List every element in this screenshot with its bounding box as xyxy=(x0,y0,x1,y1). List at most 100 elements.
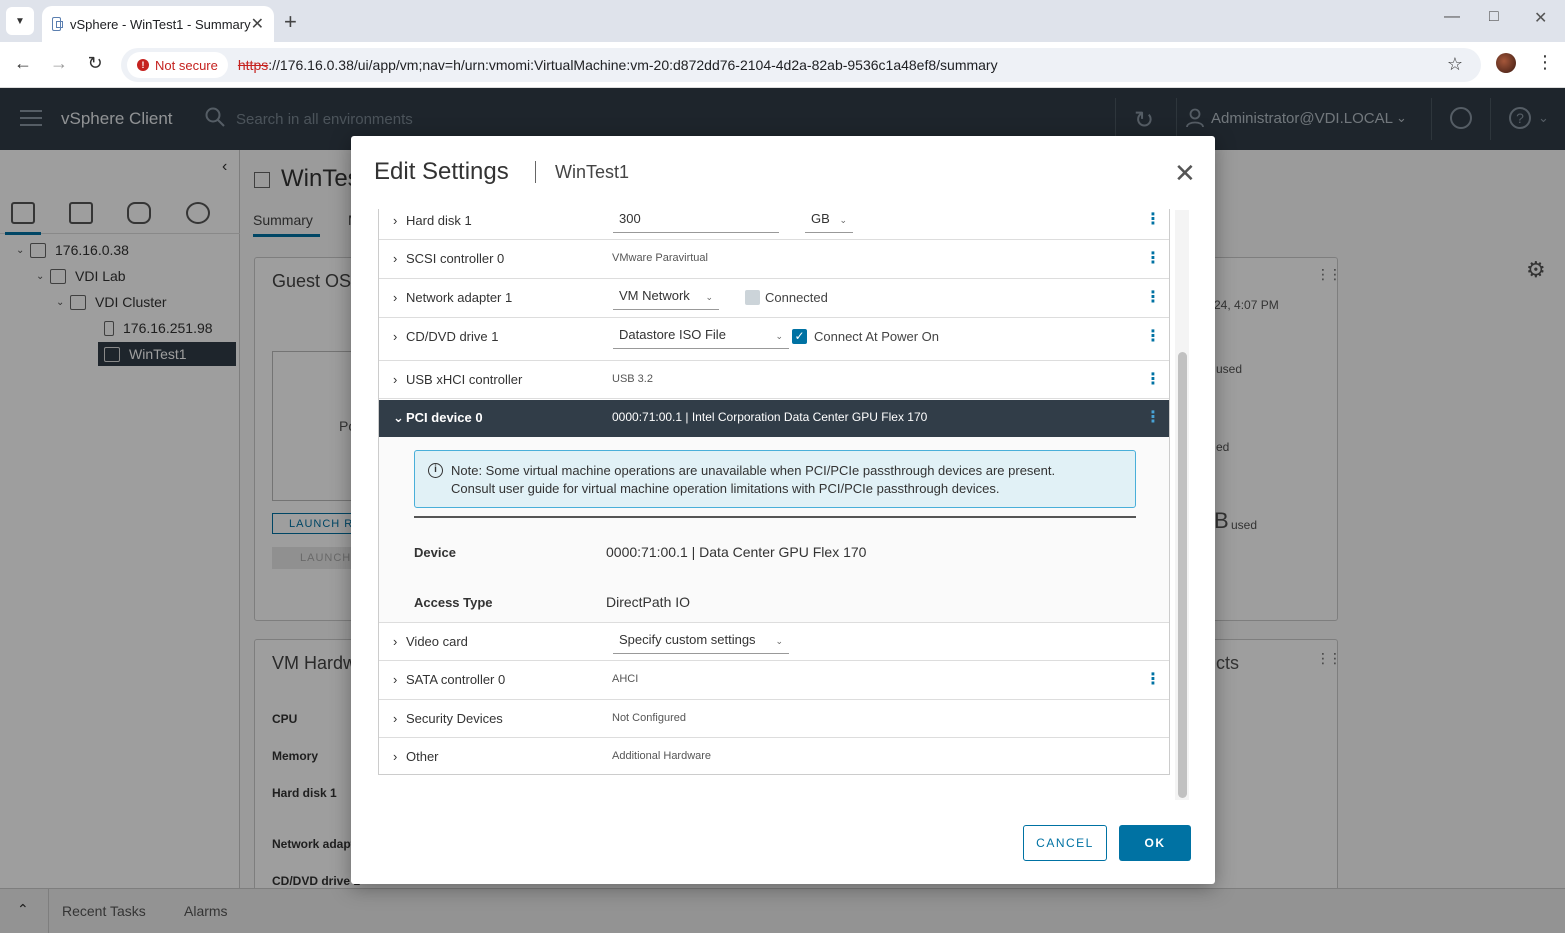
device-label: Device xyxy=(414,545,456,560)
divider xyxy=(414,516,1136,518)
tab-title: vSphere - WinTest1 - Summary xyxy=(69,16,251,32)
chevron-right-icon[interactable]: › xyxy=(393,251,397,266)
hw-name: SCSI controller 0 xyxy=(406,251,505,266)
ok-button[interactable]: OK xyxy=(1119,825,1191,861)
disk-size-input[interactable]: 300 xyxy=(613,209,779,233)
browser-toolbar: ← → ↻ ! Not secure https://176.16.0.38/u… xyxy=(0,42,1565,88)
passthrough-info-alert: i Note: Some virtual machine operations … xyxy=(414,450,1136,508)
hw-row-pci[interactable]: ⌄ PCI device 0 0000:71:00.1 | Intel Corp… xyxy=(379,400,1169,437)
reload-icon[interactable]: ↻ xyxy=(83,53,107,74)
dialog-subtitle: WinTest1 xyxy=(555,162,630,182)
security-chip[interactable]: ! Not secure xyxy=(127,52,228,78)
hw-value: 0000:71:00.1 | Intel Corporation Data Ce… xyxy=(612,410,928,424)
cdrom-type-value: Datastore ISO File xyxy=(619,327,726,342)
virtual-hardware-list[interactable]: › Hard disk 1 300 GB ⌄ ⋮ › SCSI controlle… xyxy=(378,209,1170,775)
hw-name: Video card xyxy=(406,634,468,649)
hw-row-other: › Other Additional Hardware xyxy=(379,738,1169,774)
connect-at-power-on-checkbox[interactable]: ✓ xyxy=(792,329,807,344)
dialog-title: Edit Settings xyxy=(374,158,509,185)
more-actions-icon[interactable]: ⋮ xyxy=(1145,672,1161,688)
url-path: ://176.16.0.38/ui/app/vm;nav=h/urn:vmomi… xyxy=(268,57,998,73)
hw-value: AHCI xyxy=(612,673,639,685)
chevron-down-icon: ⌄ xyxy=(839,215,847,225)
disk-unit-value: GB xyxy=(811,211,830,226)
title-divider xyxy=(535,161,536,183)
chevron-right-icon[interactable]: › xyxy=(393,749,397,764)
security-label: Not secure xyxy=(155,57,218,73)
disk-unit-select[interactable]: GB ⌄ xyxy=(805,209,853,233)
more-actions-icon[interactable]: ⋮ xyxy=(1145,290,1161,306)
close-tab-icon[interactable]: ✕ xyxy=(251,14,264,34)
hw-name: CD/DVD drive 1 xyxy=(406,329,499,344)
device-value: 0000:71:00.1 | Data Center GPU Flex 170 xyxy=(606,544,867,560)
hw-value: Not Configured xyxy=(612,712,686,724)
hw-name: USB xHCI controller xyxy=(406,372,523,387)
hw-row-usb: › USB xHCI controller USB 3.2 ⋮ xyxy=(379,361,1169,399)
chevron-right-icon[interactable]: › xyxy=(393,672,397,687)
url-text[interactable]: https://176.16.0.38/ui/app/vm;nav=h/urn:… xyxy=(238,57,998,73)
access-type-label: Access Type xyxy=(414,595,493,610)
chevron-down-icon: ⌄ xyxy=(775,636,783,646)
hw-row-hard-disk: › Hard disk 1 300 GB ⌄ ⋮ xyxy=(379,209,1169,240)
alert-text: Note: Some virtual machine operations ar… xyxy=(451,462,1055,498)
address-bar[interactable]: ! Not secure https://176.16.0.38/ui/app/… xyxy=(121,48,1481,82)
hw-value: USB 3.2 xyxy=(612,373,653,385)
chevron-right-icon[interactable]: › xyxy=(393,372,397,387)
chevron-down-icon: ⌄ xyxy=(705,292,713,302)
url-scheme: https xyxy=(237,57,269,73)
hw-name: PCI device 0 xyxy=(406,410,483,425)
video-settings-value: Specify custom settings xyxy=(619,632,756,647)
access-type-value: DirectPath IO xyxy=(606,594,691,610)
pci-device-details: i Note: Some virtual machine operations … xyxy=(379,437,1169,623)
chevron-right-icon[interactable]: › xyxy=(393,213,397,228)
scrollbar-thumb[interactable] xyxy=(1178,352,1187,798)
more-actions-icon[interactable]: ⋮ xyxy=(1145,251,1161,267)
hw-name: Security Devices xyxy=(406,711,503,726)
tab-search-button[interactable]: ▼ xyxy=(6,7,34,35)
network-select[interactable]: VM Network ⌄ xyxy=(613,286,719,310)
forward-arrow-icon[interactable]: → xyxy=(47,53,71,74)
vsphere-favicon-icon xyxy=(52,17,63,31)
close-icon[interactable]: ✕ xyxy=(1174,160,1196,186)
new-tab-button[interactable]: + xyxy=(284,9,297,35)
disk-size-value: 300 xyxy=(619,211,641,226)
hw-name: Network adapter 1 xyxy=(406,290,513,305)
warning-icon: ! xyxy=(137,59,149,71)
browser-tabstrip: ▼ vSphere - WinTest1 - Summary ✕ + — □ ✕ xyxy=(0,0,1565,42)
hw-name: Hard disk 1 xyxy=(406,213,472,228)
browser-menu-icon[interactable]: ⋮ xyxy=(1536,52,1554,73)
more-actions-icon[interactable]: ⋮ xyxy=(1145,372,1161,388)
more-actions-icon[interactable]: ⋮ xyxy=(1145,410,1161,426)
chevron-right-icon[interactable]: › xyxy=(393,711,397,726)
chevron-right-icon[interactable]: › xyxy=(393,290,397,305)
chevron-right-icon[interactable]: › xyxy=(393,634,397,649)
minimize-icon[interactable]: — xyxy=(1444,8,1460,26)
bookmark-star-icon[interactable]: ☆ xyxy=(1447,54,1463,75)
more-actions-icon[interactable]: ⋮ xyxy=(1145,329,1161,345)
hw-value: VMware Paravirtual xyxy=(612,252,708,264)
cdrom-type-select[interactable]: Datastore ISO File ⌄ xyxy=(613,325,789,349)
hw-row-sata: › SATA controller 0 AHCI ⋮ xyxy=(379,661,1169,700)
hw-row-cdrom: › CD/DVD drive 1 Datastore ISO File ⌄ ✓ C… xyxy=(379,318,1169,361)
hw-row-network: › Network adapter 1 VM Network ⌄ Connecte… xyxy=(379,279,1169,318)
maximize-icon[interactable]: □ xyxy=(1489,8,1499,26)
profile-avatar[interactable] xyxy=(1496,53,1516,73)
window-close-icon[interactable]: ✕ xyxy=(1534,8,1547,28)
connect-at-power-on-label: Connect At Power On xyxy=(814,329,940,344)
cancel-button[interactable]: CANCEL xyxy=(1023,825,1107,861)
hw-name: Other xyxy=(406,749,439,764)
connected-checkbox[interactable] xyxy=(745,290,760,305)
network-value: VM Network xyxy=(619,288,690,303)
hw-row-scsi: › SCSI controller 0 VMware Paravirtual ⋮ xyxy=(379,240,1169,279)
browser-tab[interactable]: vSphere - WinTest1 - Summary ✕ xyxy=(42,6,274,42)
connected-label: Connected xyxy=(765,290,828,305)
chevron-down-icon[interactable]: ⌄ xyxy=(393,410,404,426)
edit-settings-dialog: Edit Settings WinTest1 ✕ › Hard disk 1 3… xyxy=(351,136,1215,884)
back-arrow-icon[interactable]: ← xyxy=(11,53,35,74)
more-actions-icon[interactable]: ⋮ xyxy=(1145,212,1161,228)
info-icon: i xyxy=(428,463,443,478)
video-settings-select[interactable]: Specify custom settings ⌄ xyxy=(613,630,789,654)
chevron-down-icon: ⌄ xyxy=(775,331,783,341)
chevron-right-icon[interactable]: › xyxy=(393,329,397,344)
hw-value: Additional Hardware xyxy=(612,750,712,762)
